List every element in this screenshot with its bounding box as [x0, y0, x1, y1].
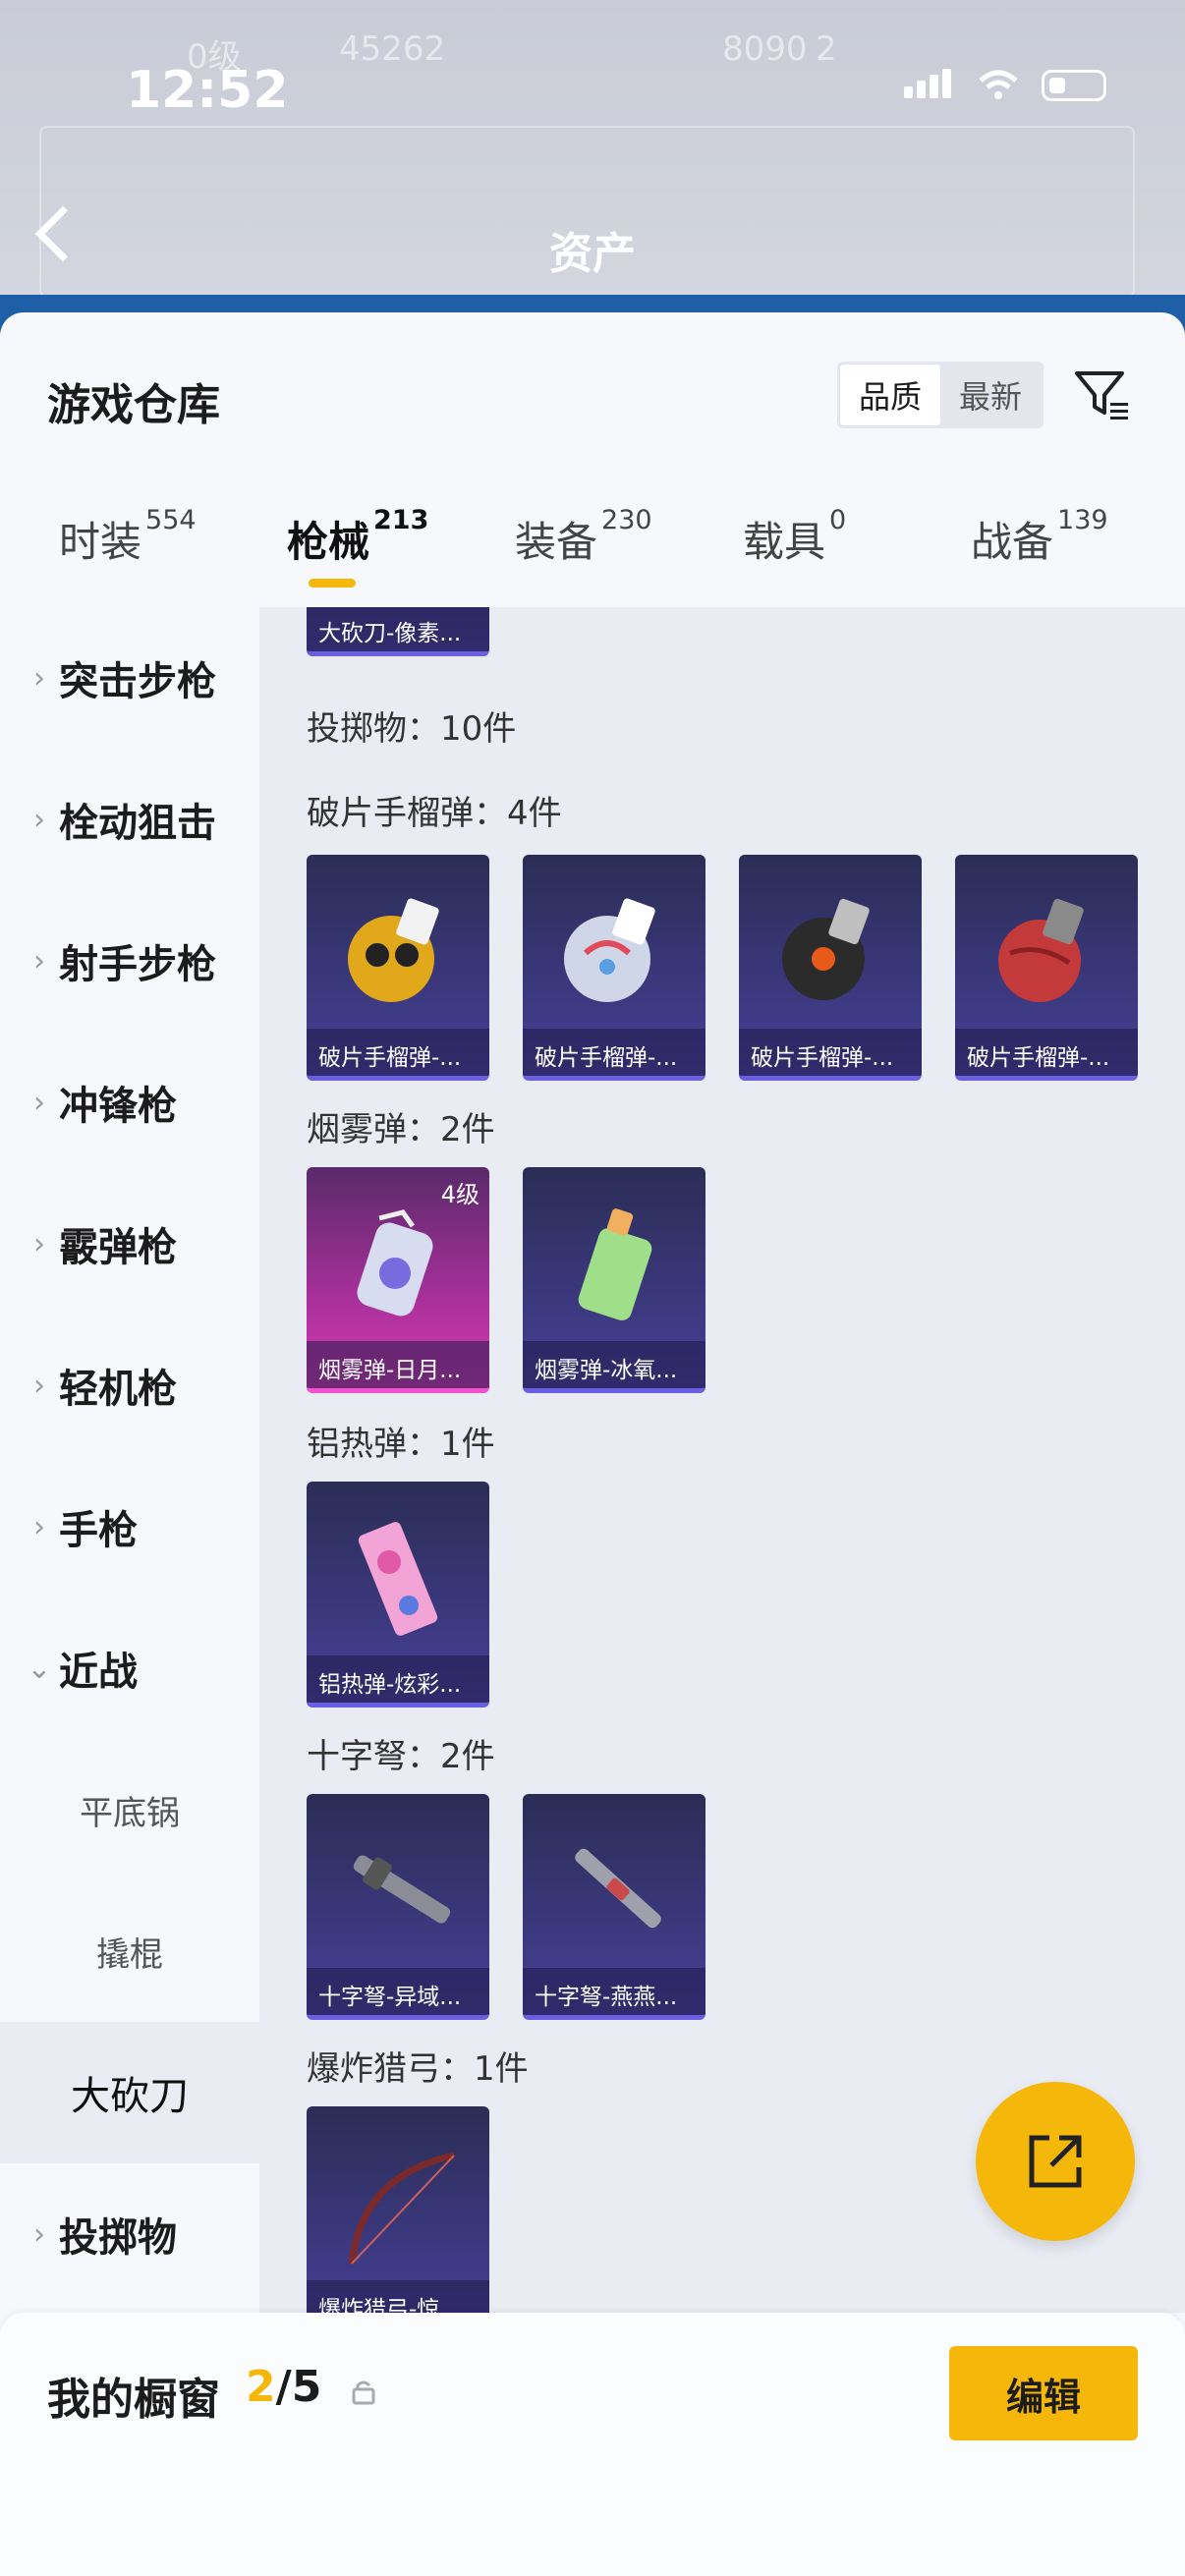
nav-marksman-rifle[interactable]: › 射手步枪: [0, 890, 259, 1032]
chevron-right-icon: ›: [33, 1226, 45, 1261]
nav-melee[interactable]: ⌄ 近战: [0, 1597, 259, 1739]
item-card[interactable]: 爆炸猎弓-惊...: [307, 2106, 489, 2313]
ghost-value: 8090: [722, 29, 808, 69]
item-card[interactable]: 铝热弹-炫彩...: [307, 1482, 489, 1708]
smoke-grenade-icon: [357, 1209, 433, 1316]
signal-icon: [904, 69, 955, 102]
sort-toggle: 品质 最新: [837, 362, 1044, 428]
item-caption: 破片手榴弹-...: [523, 1029, 705, 1076]
ghost-count: 2: [816, 29, 837, 69]
nav-bolt-sniper[interactable]: › 栓动狙击: [0, 749, 259, 890]
grenade-icon: [564, 898, 655, 1002]
item-caption: 十字弩-异域...: [307, 1968, 489, 2015]
assets-title: 资产: [549, 229, 636, 279]
nav-smg[interactable]: › 冲锋枪: [0, 1032, 259, 1173]
item-caption: 破片手榴弹-...: [955, 1029, 1138, 1076]
chevron-right-icon: ›: [33, 1085, 45, 1120]
crossbow-icon: [353, 1855, 451, 1924]
tab-vehicles[interactable]: 载具 0: [743, 505, 846, 569]
showcase-count: 2/5: [246, 2362, 322, 2412]
section-label-thermite: 铝热弹：1件: [307, 1425, 495, 1464]
section-label-smoke: 烟雾弹：2件: [307, 1110, 495, 1149]
nav-pistol[interactable]: › 手枪: [0, 1456, 259, 1597]
item-card[interactable]: 破片手榴弹-...: [523, 855, 705, 1081]
chevron-right-icon: ›: [33, 943, 45, 979]
section-label-crossbow: 十字弩：2件: [307, 1737, 495, 1776]
thermite-grenade-icon: [358, 1522, 438, 1636]
tab-active-indicator: [309, 579, 356, 588]
battery-icon: [1042, 70, 1106, 101]
sort-newest[interactable]: 最新: [940, 364, 1041, 425]
background-header: 12:52 0级 45262 8090 2 资产: [0, 0, 1185, 334]
item-caption: 烟雾弹-冰氧...: [523, 1341, 705, 1388]
item-caption: 爆炸猎弓-惊...: [307, 2280, 489, 2313]
section-label-frag: 破片手榴弹：4件: [307, 794, 562, 833]
edit-button[interactable]: 编辑: [949, 2346, 1138, 2440]
weapon-category-nav: › 突击步枪 › 栓动狙击 › 射手步枪 › 冲锋枪 › 霰弹枪 › 轻机枪 › 手枪 ⌄ 近战…: [0, 607, 259, 2313]
item-caption: 十字弩-燕燕...: [523, 1968, 705, 2015]
sheet-title: 游戏仓库: [47, 380, 220, 430]
item-caption: 破片手榴弹-...: [307, 1029, 489, 1076]
chevron-down-icon: ⌄: [27, 1651, 52, 1686]
nav-assault-rifle[interactable]: › 突击步枪: [0, 607, 259, 749]
grenade-icon: [348, 898, 439, 1002]
item-card[interactable]: 大砍刀-像素...: [307, 607, 489, 656]
item-card[interactable]: 破片手榴弹-...: [955, 855, 1138, 1081]
item-card[interactable]: 十字弩-异域...: [307, 1794, 489, 2020]
grenade-icon: [782, 898, 870, 1000]
chevron-right-icon: ›: [33, 802, 45, 837]
throwables-summary: 投掷物：10件: [307, 709, 517, 749]
wifi-icon: [979, 70, 1018, 99]
item-caption: 烟雾弹-日月...: [307, 1341, 489, 1388]
status-icons: [904, 69, 1106, 102]
chevron-right-icon: ›: [33, 2216, 45, 2252]
tab-equipment[interactable]: 装备 230: [515, 505, 652, 569]
crossbow-icon: [575, 1848, 661, 1929]
nav-throwables[interactable]: › 投掷物: [0, 2163, 259, 2305]
ghost-level: 0级: [187, 37, 242, 77]
nav-shotgun[interactable]: › 霰弹枪: [0, 1173, 259, 1315]
chevron-right-icon: ›: [33, 660, 45, 696]
item-caption: 铝热弹-炫彩...: [307, 1655, 489, 1703]
warehouse-sheet: 游戏仓库 品质 最新 时装 554 枪械 213 装备 230 载具 0 战备 139 ›…: [0, 312, 1185, 2576]
grenade-icon: [998, 898, 1084, 1002]
tab-supplies[interactable]: 战备 139: [971, 505, 1108, 569]
item-grid: 大砍刀-像素... 投掷物：10件 破片手榴弹：4件 破片手榴弹-... 破片手…: [259, 607, 1185, 2313]
chevron-right-icon: ›: [33, 1368, 45, 1403]
share-icon: [1029, 2135, 1082, 2188]
sort-quality[interactable]: 品质: [840, 364, 940, 425]
item-card[interactable]: 4级 烟雾弹-日月...: [307, 1167, 489, 1393]
item-caption: 破片手榴弹-...: [739, 1029, 922, 1076]
tab-firearms[interactable]: 枪械 213: [287, 505, 428, 569]
item-caption: 大砍刀-像素...: [307, 607, 489, 651]
smoke-grenade-icon: [578, 1208, 652, 1320]
filter-icon[interactable]: [1071, 364, 1134, 426]
nav-sub-frying-pan[interactable]: 平底锅: [0, 1739, 259, 1880]
item-card[interactable]: 破片手榴弹-...: [739, 855, 922, 1081]
item-card[interactable]: 烟雾弹-冰氧...: [523, 1167, 705, 1393]
chevron-right-icon: ›: [33, 1509, 45, 1544]
nav-sub-crowbar[interactable]: 撬棍: [0, 1880, 259, 2022]
share-button[interactable]: [976, 2082, 1135, 2241]
category-tabs: 时装 554 枪械 213 装备 230 载具 0 战备 139: [0, 489, 1185, 597]
ghost-score: 45262: [339, 29, 446, 69]
tab-fashion[interactable]: 时装 554: [59, 505, 197, 569]
nav-sub-machete[interactable]: 大砍刀: [0, 2022, 259, 2163]
item-card[interactable]: 破片手榴弹-...: [307, 855, 489, 1081]
lock-icon: [352, 2380, 375, 2405]
showcase-label: 我的橱窗: [47, 2375, 220, 2425]
showcase-bar: 我的橱窗 2/5 编辑: [0, 2313, 1185, 2576]
item-card[interactable]: 十字弩-燕燕...: [523, 1794, 705, 2020]
bow-icon: [348, 2152, 455, 2265]
nav-lmg[interactable]: › 轻机枪: [0, 1315, 259, 1456]
section-label-explosive-bow: 爆炸猎弓：1件: [307, 2049, 529, 2089]
